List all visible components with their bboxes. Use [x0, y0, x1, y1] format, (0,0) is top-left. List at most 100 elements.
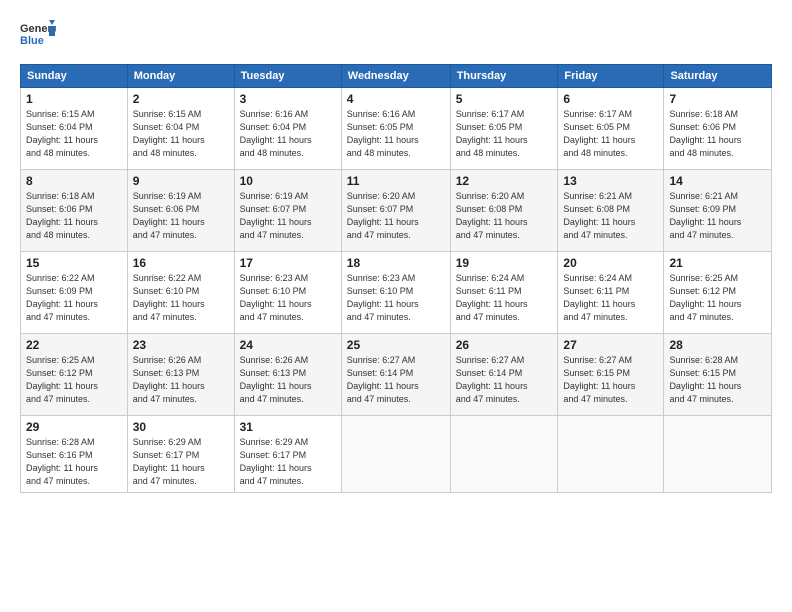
calendar-cell: 28Sunrise: 6:28 AMSunset: 6:15 PMDayligh…	[664, 334, 772, 416]
calendar-cell: 16 Sunrise: 6:22 AMSunset: 6:10 PMDayligh…	[127, 252, 234, 334]
day-info: Sunrise: 6:18 AMSunset: 6:06 PMDaylight:…	[26, 190, 122, 242]
calendar-table: SundayMondayTuesdayWednesdayThursdayFrid…	[20, 64, 772, 493]
day-info: Sunrise: 6:27 AMSunset: 6:14 PMDaylight:…	[456, 354, 553, 406]
calendar-cell	[664, 416, 772, 493]
calendar-cell: 5Sunrise: 6:17 AMSunset: 6:05 PMDaylight…	[450, 88, 558, 170]
day-number: 14	[669, 174, 766, 188]
day-number: 8	[26, 174, 122, 188]
calendar-cell: 4 Sunrise: 6:16 AMSunset: 6:05 PMDaylight…	[341, 88, 450, 170]
day-number: 3	[240, 92, 336, 106]
day-info: Sunrise: 6:21 AMSunset: 6:09 PMDaylight:…	[669, 190, 766, 242]
day-info: Sunrise: 6:23 AMSunset: 6:10 PMDaylight:…	[240, 272, 336, 324]
day-info: Sunrise: 6:25 AMSunset: 6:12 PMDaylight:…	[26, 354, 122, 406]
calendar-cell: 6 Sunrise: 6:17 AMSunset: 6:05 PMDaylight…	[558, 88, 664, 170]
day-number: 31	[240, 420, 336, 434]
day-info: Sunrise: 6:26 AMSunset: 6:13 PMDaylight:…	[133, 354, 229, 406]
day-number: 10	[240, 174, 336, 188]
calendar-cell: 26Sunrise: 6:27 AMSunset: 6:14 PMDayligh…	[450, 334, 558, 416]
calendar-cell: 7 Sunrise: 6:18 AMSunset: 6:06 PMDaylight…	[664, 88, 772, 170]
calendar-header-saturday: Saturday	[664, 65, 772, 88]
day-number: 23	[133, 338, 229, 352]
day-info: Sunrise: 6:25 AMSunset: 6:12 PMDaylight:…	[669, 272, 766, 324]
calendar-cell: 1 Sunrise: 6:15 AMSunset: 6:04 PMDaylight…	[21, 88, 128, 170]
day-number: 17	[240, 256, 336, 270]
calendar-cell: 3Sunrise: 6:16 AMSunset: 6:04 PMDaylight…	[234, 88, 341, 170]
calendar-cell: 23 Sunrise: 6:26 AMSunset: 6:13 PMDayligh…	[127, 334, 234, 416]
day-number: 4	[347, 92, 445, 106]
day-number: 11	[347, 174, 445, 188]
day-number: 19	[456, 256, 553, 270]
day-number: 25	[347, 338, 445, 352]
day-number: 24	[240, 338, 336, 352]
calendar-cell: 13 Sunrise: 6:21 AMSunset: 6:08 PMDayligh…	[558, 170, 664, 252]
day-info: Sunrise: 6:19 AMSunset: 6:07 PMDaylight:…	[240, 190, 336, 242]
day-number: 1	[26, 92, 122, 106]
day-number: 12	[456, 174, 553, 188]
calendar-cell: 12 Sunrise: 6:20 AMSunset: 6:08 PMDayligh…	[450, 170, 558, 252]
day-number: 18	[347, 256, 445, 270]
day-info: Sunrise: 6:29 AMSunset: 6:17 PMDaylight:…	[133, 436, 229, 488]
calendar-cell: 15 Sunrise: 6:22 AMSunset: 6:09 PMDayligh…	[21, 252, 128, 334]
logo-svg: General Blue	[20, 18, 56, 54]
calendar-cell: 27 Sunrise: 6:27 AMSunset: 6:15 PMDayligh…	[558, 334, 664, 416]
day-number: 9	[133, 174, 229, 188]
day-number: 7	[669, 92, 766, 106]
day-info: Sunrise: 6:27 AMSunset: 6:14 PMDaylight:…	[347, 354, 445, 406]
day-info: Sunrise: 6:24 AMSunset: 6:11 PMDaylight:…	[456, 272, 553, 324]
calendar-cell: 2 Sunrise: 6:15 AMSunset: 6:04 PMDaylight…	[127, 88, 234, 170]
calendar-cell: 24 Sunrise: 6:26 AMSunset: 6:13 PMDayligh…	[234, 334, 341, 416]
day-info: Sunrise: 6:16 AMSunset: 6:05 PMDaylight:…	[347, 108, 445, 160]
day-info: Sunrise: 6:17 AMSunset: 6:05 PMDaylight:…	[563, 108, 658, 160]
day-info: Sunrise: 6:15 AMSunset: 6:04 PMDaylight:…	[26, 108, 122, 160]
day-info: Sunrise: 6:19 AMSunset: 6:06 PMDaylight:…	[133, 190, 229, 242]
calendar-cell: 14 Sunrise: 6:21 AMSunset: 6:09 PMDayligh…	[664, 170, 772, 252]
calendar-cell: 19 Sunrise: 6:24 AMSunset: 6:11 PMDayligh…	[450, 252, 558, 334]
page-header: General Blue	[20, 18, 772, 54]
day-info: Sunrise: 6:20 AMSunset: 6:07 PMDaylight:…	[347, 190, 445, 242]
day-info: Sunrise: 6:26 AMSunset: 6:13 PMDaylight:…	[240, 354, 336, 406]
calendar-header-thursday: Thursday	[450, 65, 558, 88]
calendar-cell: 22 Sunrise: 6:25 AMSunset: 6:12 PMDayligh…	[21, 334, 128, 416]
day-info: Sunrise: 6:28 AMSunset: 6:15 PMDaylight:…	[669, 354, 766, 406]
day-number: 30	[133, 420, 229, 434]
svg-text:Blue: Blue	[20, 35, 44, 47]
calendar-cell: 17 Sunrise: 6:23 AMSunset: 6:10 PMDayligh…	[234, 252, 341, 334]
day-number: 16	[133, 256, 229, 270]
day-number: 13	[563, 174, 658, 188]
day-info: Sunrise: 6:24 AMSunset: 6:11 PMDaylight:…	[563, 272, 658, 324]
calendar-header-monday: Monday	[127, 65, 234, 88]
day-info: Sunrise: 6:22 AMSunset: 6:09 PMDaylight:…	[26, 272, 122, 324]
calendar-header-friday: Friday	[558, 65, 664, 88]
calendar-cell: 25 Sunrise: 6:27 AMSunset: 6:14 PMDayligh…	[341, 334, 450, 416]
day-number: 15	[26, 256, 122, 270]
logo: General Blue	[20, 18, 56, 54]
calendar-cell: 20 Sunrise: 6:24 AMSunset: 6:11 PMDayligh…	[558, 252, 664, 334]
calendar-header-tuesday: Tuesday	[234, 65, 341, 88]
day-info: Sunrise: 6:22 AMSunset: 6:10 PMDaylight:…	[133, 272, 229, 324]
calendar-cell: 31Sunrise: 6:29 AMSunset: 6:17 PMDayligh…	[234, 416, 341, 493]
calendar-cell	[450, 416, 558, 493]
day-number: 27	[563, 338, 658, 352]
day-info: Sunrise: 6:20 AMSunset: 6:08 PMDaylight:…	[456, 190, 553, 242]
calendar-cell	[558, 416, 664, 493]
day-number: 21	[669, 256, 766, 270]
day-info: Sunrise: 6:23 AMSunset: 6:10 PMDaylight:…	[347, 272, 445, 324]
calendar-cell: 18 Sunrise: 6:23 AMSunset: 6:10 PMDayligh…	[341, 252, 450, 334]
day-number: 2	[133, 92, 229, 106]
calendar-cell	[341, 416, 450, 493]
calendar-cell: 10 Sunrise: 6:19 AMSunset: 6:07 PMDayligh…	[234, 170, 341, 252]
day-number: 6	[563, 92, 658, 106]
day-info: Sunrise: 6:21 AMSunset: 6:08 PMDaylight:…	[563, 190, 658, 242]
day-number: 22	[26, 338, 122, 352]
day-info: Sunrise: 6:15 AMSunset: 6:04 PMDaylight:…	[133, 108, 229, 160]
calendar-body: 1 Sunrise: 6:15 AMSunset: 6:04 PMDaylight…	[21, 88, 772, 493]
day-info: Sunrise: 6:17 AMSunset: 6:05 PMDaylight:…	[456, 108, 553, 160]
day-info: Sunrise: 6:28 AMSunset: 6:16 PMDaylight:…	[26, 436, 122, 488]
day-info: Sunrise: 6:27 AMSunset: 6:15 PMDaylight:…	[563, 354, 658, 406]
calendar-cell: 30 Sunrise: 6:29 AMSunset: 6:17 PMDayligh…	[127, 416, 234, 493]
calendar-cell: 29Sunrise: 6:28 AMSunset: 6:16 PMDayligh…	[21, 416, 128, 493]
calendar-header-sunday: Sunday	[21, 65, 128, 88]
calendar-cell: 21 Sunrise: 6:25 AMSunset: 6:12 PMDayligh…	[664, 252, 772, 334]
day-number: 20	[563, 256, 658, 270]
day-info: Sunrise: 6:18 AMSunset: 6:06 PMDaylight:…	[669, 108, 766, 160]
